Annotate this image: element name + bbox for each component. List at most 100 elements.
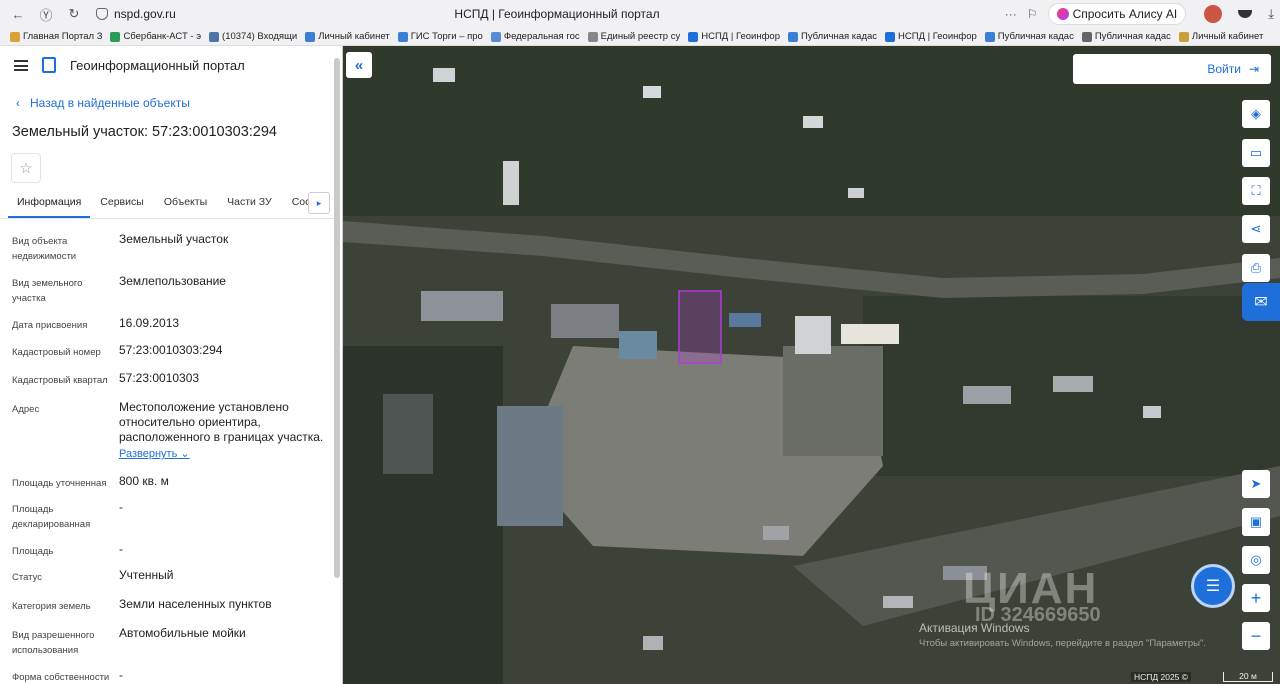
bookmarks-bar: Главная Портал З Сбербанк-АСТ - э (10374) … xyxy=(0,28,1280,46)
navigate-icon[interactable]: ➤ xyxy=(1242,470,1270,498)
bookmark-label: Главная Портал З xyxy=(23,31,103,42)
parcel-outline[interactable] xyxy=(678,290,722,364)
bookmark-label: Сбербанк-АСТ - э xyxy=(123,31,202,42)
prop-label: Вид объекта недвижимости xyxy=(12,236,77,262)
portal-title: Геоинформационный портал xyxy=(70,57,245,73)
menu-icon[interactable] xyxy=(14,59,28,71)
bookmark-favicon-icon xyxy=(110,31,121,42)
bookmark-favicon-icon xyxy=(209,31,220,42)
bookmark-item[interactable]: ГИС Торги – про xyxy=(397,31,483,42)
zoom-out-button[interactable]: − xyxy=(1242,622,1270,650)
prop-value: - xyxy=(119,500,123,514)
print-icon[interactable]: ⎙ xyxy=(1242,254,1270,282)
chevron-down-icon: ⌄ xyxy=(180,448,190,460)
select-area-icon[interactable]: ⛶ xyxy=(1242,177,1270,205)
extension-icon[interactable] xyxy=(1238,10,1253,18)
bookmark-item[interactable]: Федеральная гос xyxy=(490,31,580,42)
back-to-results-link[interactable]: ‹ Назад в найденные объекты xyxy=(16,96,190,110)
bookmark-favicon-icon xyxy=(885,31,896,42)
alice-label: Спросить Алису AI xyxy=(1072,7,1178,21)
prop-value: 57:23:0010303:294 xyxy=(119,343,223,357)
expand-address-link[interactable]: Развернуть ⌄ xyxy=(119,447,329,462)
bookmark-label: НСПД | Геоинфор xyxy=(701,31,780,42)
chevron-left-icon: ‹ xyxy=(16,96,20,110)
address-value-block: Местоположение установлено относительно … xyxy=(119,400,329,462)
bookmark-icon[interactable]: ⚐ xyxy=(1027,7,1038,21)
tab-services[interactable]: Сервисы xyxy=(90,192,154,218)
prop-value: - xyxy=(119,542,123,556)
portal-logo-icon xyxy=(42,57,56,73)
bookmark-item[interactable]: Сбербанк-АСТ - э xyxy=(110,31,201,42)
layers-icon[interactable]: ◈ xyxy=(1242,100,1270,128)
chat-bubble-icon[interactable]: ☰ xyxy=(1191,564,1235,608)
prop-label: Вид земельного участка xyxy=(12,278,83,304)
alice-icon xyxy=(1056,8,1069,20)
bookmark-item[interactable]: НСПД | Геоинфор xyxy=(688,31,780,42)
favorite-star-button[interactable]: ☆ xyxy=(11,153,41,183)
zoom-in-button[interactable]: + xyxy=(1242,584,1270,612)
share-icon[interactable]: ⋖ xyxy=(1242,215,1270,243)
bookmark-favicon-icon xyxy=(787,31,798,42)
bookmark-item[interactable]: (10374) Входящи xyxy=(209,31,297,42)
bookmark-label: Публичная кадас xyxy=(1094,31,1171,42)
bookmark-item[interactable]: Личный кабинет xyxy=(305,31,390,42)
bookmark-favicon-icon xyxy=(10,31,20,42)
prop-value: Учтенный xyxy=(119,568,174,582)
tab-information[interactable]: Информация xyxy=(8,192,91,218)
prop-value: 57:23:0010303 xyxy=(119,371,200,385)
prop-value: Автомобильные мойки xyxy=(119,626,246,640)
geolocation-icon[interactable]: ◎ xyxy=(1242,546,1270,574)
login-button[interactable]: Войти ⇥ xyxy=(1073,54,1271,84)
tab-objects[interactable]: Объекты xyxy=(154,192,217,218)
tab-parts[interactable]: Части ЗУ xyxy=(217,192,282,218)
bookmark-favicon-icon xyxy=(1081,31,1092,42)
collapse-sidebar-button[interactable]: « xyxy=(346,52,372,78)
bookmark-favicon-icon xyxy=(1178,31,1189,42)
prop-value: - xyxy=(119,668,123,682)
bookmark-item[interactable]: Главная Портал З xyxy=(10,31,102,42)
prop-value: Землепользование xyxy=(119,274,226,288)
map-copyright: НСПД 2025 © xyxy=(1131,672,1192,682)
login-label: Войти xyxy=(1207,62,1241,76)
browser-toolbar: ← Ⓨ ↻ nspd.gov.ru НСПД | Геоинформационн… xyxy=(0,0,1280,28)
bookmark-item[interactable]: Публичная кадас xyxy=(984,31,1074,42)
ask-alice-button[interactable]: Спросить Алису AI xyxy=(1047,3,1187,25)
prop-label: Площадь уточненная xyxy=(12,478,107,489)
satellite-map[interactable]: « Войти ⇥ ◈ ▭ ⛶ ⋖ ⎙ ✉ ➤ ▣ ◎ + − ☰ ЦИАН I… xyxy=(343,46,1280,684)
prop-label: Адрес xyxy=(12,404,40,415)
bookmark-label: Публичная кадас xyxy=(800,31,878,42)
bookmark-item[interactable]: Личный кабинет xyxy=(1178,31,1264,42)
prop-value: Земельный участок xyxy=(119,232,229,246)
prop-label: Кадастровый квартал xyxy=(12,375,108,386)
bookmark-favicon-icon xyxy=(305,31,316,42)
prop-label: Статус xyxy=(12,572,43,583)
feedback-icon[interactable]: ✉ xyxy=(1242,283,1280,321)
avatar[interactable] xyxy=(1204,5,1223,23)
prop-label: Форма собственности xyxy=(12,672,110,683)
prop-value: 800 кв. м xyxy=(119,474,169,488)
bookmark-label: ГИС Торги – про xyxy=(410,31,483,42)
picture-in-picture-icon[interactable]: ▣ xyxy=(1242,508,1270,536)
prop-label: Кадастровый номер xyxy=(12,347,101,358)
more-icon[interactable]: ··· xyxy=(1005,7,1017,21)
bookmark-favicon-icon xyxy=(984,31,995,42)
prop-value: Земли населенных пунктов xyxy=(119,597,272,611)
bookmark-item[interactable]: НСПД | Геоинфор xyxy=(885,31,977,42)
bookmark-favicon-icon xyxy=(587,31,598,42)
prop-value: 16.09.2013 xyxy=(119,316,180,330)
bookmark-item[interactable]: Единый реестр су xyxy=(587,31,680,42)
sidebar-scrollbar[interactable] xyxy=(334,58,340,578)
tabs-scroll-right-button[interactable]: ▸ xyxy=(308,192,330,214)
bookmark-label: НСПД | Геоинфор xyxy=(898,31,977,42)
ruler-icon[interactable]: ▭ xyxy=(1242,139,1270,167)
download-icon[interactable]: ⤓ xyxy=(1268,6,1274,22)
prop-value: Местоположение установлено относительно … xyxy=(119,400,324,444)
bookmark-item[interactable]: Публичная кадас xyxy=(787,31,878,42)
bookmark-item[interactable]: Публичная кадас xyxy=(1081,31,1171,42)
bookmark-label: Личный кабинет xyxy=(1191,31,1264,42)
tabs: Информация Сервисы Объекты Части ЗУ Сост… xyxy=(0,192,340,218)
parcel-title: Земельный участок: 57:23:0010303:294 xyxy=(12,124,277,140)
expand-label: Развернуть xyxy=(119,448,178,460)
satellite-imagery xyxy=(343,46,1280,684)
bookmark-favicon-icon xyxy=(397,31,408,42)
